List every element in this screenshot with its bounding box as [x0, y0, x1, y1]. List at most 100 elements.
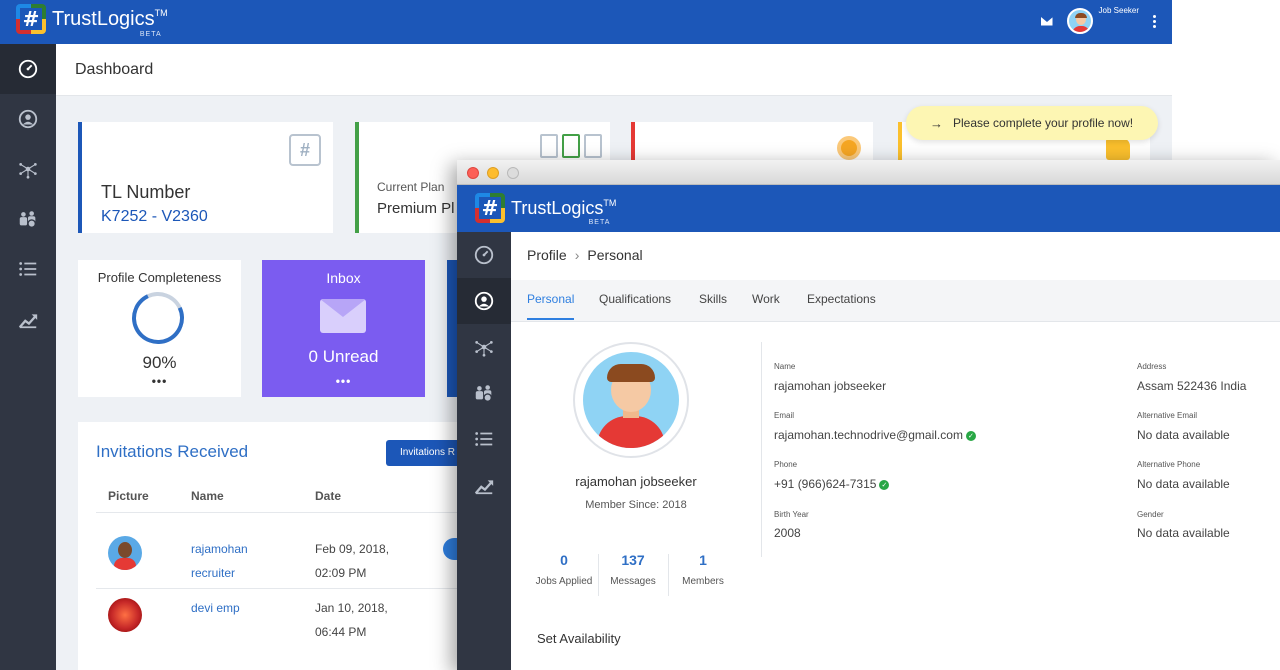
field-label-email: Email — [774, 411, 795, 420]
mail-icon[interactable] — [1040, 16, 1053, 26]
plan-label: Current Plan — [377, 180, 445, 194]
tl-number-value: K7252 - V2360 — [101, 208, 208, 225]
field-value-email: rajamohan.technodrive@gmail.com ✓ — [774, 428, 976, 442]
column-header-picture: Picture — [108, 489, 149, 503]
inbox-unread: 0 Unread — [308, 347, 379, 366]
window-minimize-button[interactable] — [487, 167, 499, 179]
set-availability-heading: Set Availability — [537, 631, 621, 646]
sidebar-item-dashboard[interactable] — [0, 44, 56, 94]
field-label-phone: Phone — [774, 460, 798, 469]
field-label-address: Address — [1137, 362, 1167, 371]
plan-value: Premium Pl — [377, 200, 455, 217]
tab-work[interactable]: Work — [752, 292, 780, 320]
column-header-date: Date — [315, 489, 342, 503]
inbox-label: Inbox — [326, 270, 361, 286]
completeness-value: 90% — [142, 353, 177, 372]
sidebar-item-reports[interactable] — [0, 294, 56, 344]
verified-check-icon: ✓ — [965, 430, 976, 441]
breadcrumb-current: Personal — [587, 247, 643, 263]
complete-profile-banner[interactable]: → Please complete your profile now! — [906, 106, 1158, 140]
sidebar — [457, 232, 511, 670]
trend-chart-icon — [18, 314, 38, 329]
field-value-alt-email: No data available — [1137, 428, 1230, 442]
field-label-alt-phone: Alternative Phone — [1137, 460, 1201, 469]
sidebar-item-profile[interactable] — [457, 278, 511, 324]
sidebar-item-dashboard[interactable] — [457, 232, 511, 278]
profile-avatar[interactable] — [573, 342, 689, 458]
brand-name: TrustLogics — [511, 197, 604, 218]
avatar — [108, 598, 142, 632]
stat-messages[interactable]: 137 Messages — [598, 552, 668, 587]
coin-icon — [837, 136, 861, 160]
field-value-phone: +91 (966)624-7315 ✓ — [774, 477, 890, 491]
tab-skills[interactable]: Skills — [699, 292, 727, 320]
sidebar-item-groups[interactable] — [457, 370, 511, 416]
invitation-name[interactable]: rajamohan recruiter — [191, 537, 248, 585]
sidebar-item-list[interactable] — [457, 416, 511, 462]
user-circle-icon — [474, 291, 494, 311]
user-menu[interactable]: Job Seeker — [1066, 6, 1139, 34]
invitation-date: Jan 10, 2018, 06:44 PM — [315, 601, 388, 639]
field-label-alt-email: Alternative Email — [1137, 411, 1198, 420]
profile-main: Profile › Personal Personal Qualificatio… — [511, 232, 1280, 670]
kebab-menu-icon[interactable] — [1153, 14, 1156, 28]
list-icon — [19, 262, 37, 276]
stat-jobs-applied[interactable]: 0 Jobs Applied — [529, 552, 599, 587]
field-value-gender: No data available — [1137, 526, 1230, 540]
field-label-name: Name — [774, 362, 796, 371]
sidebar-item-groups[interactable] — [0, 194, 56, 244]
brand-logo[interactable]: # TrustLogicsTM BETA — [16, 4, 168, 38]
user-role: Job Seeker — [1098, 6, 1139, 15]
stat-members[interactable]: 1 Members — [668, 552, 738, 587]
invitations-title: Invitations Received — [96, 442, 249, 461]
field-value-name: rajamohan jobseeker — [774, 379, 887, 393]
brand-logo[interactable]: # TrustLogicsTM BETA — [475, 193, 616, 226]
network-icon — [475, 341, 493, 357]
top-bar: # TrustLogicsTM BETA — [457, 185, 1280, 232]
field-label-birth-year: Birth Year — [774, 510, 809, 519]
completeness-label: Profile Completeness — [97, 270, 222, 285]
banner-text: Please complete your profile now! — [953, 116, 1134, 130]
field-label-gender: Gender — [1137, 510, 1164, 519]
profile-name: rajamohan jobseeker — [575, 474, 697, 489]
sidebar — [0, 44, 56, 670]
dashboard-gauge-icon — [18, 59, 38, 79]
invitations-card: Invitations Received Invitations R Pictu… — [78, 422, 466, 670]
completeness-ring — [124, 284, 192, 352]
logo-mark: # — [475, 193, 505, 223]
field-value-birth-year: 2008 — [774, 526, 801, 540]
invitation-name[interactable]: devi emp — [191, 596, 240, 620]
field-value-address: Assam 522436 India — [1137, 379, 1247, 393]
window-close-button[interactable] — [467, 167, 479, 179]
tab-qualifications[interactable]: Qualifications — [599, 292, 671, 320]
sidebar-item-network[interactable] — [457, 324, 511, 370]
logo-mark: # — [16, 4, 46, 34]
tab-expectations[interactable]: Expectations — [807, 292, 876, 320]
group-icon — [19, 211, 37, 228]
dashboard-gauge-icon — [474, 245, 494, 265]
sidebar-item-reports[interactable] — [457, 462, 511, 508]
trend-chart-icon — [474, 480, 494, 495]
inbox-card[interactable]: Inbox 0 Unread ••• — [262, 260, 425, 397]
window-maximize-button[interactable] — [507, 167, 519, 179]
breadcrumb-profile[interactable]: Profile — [527, 247, 567, 263]
profile-completeness-card[interactable]: Profile Completeness 90% ••• — [78, 260, 241, 397]
invitations-button[interactable]: Invitations R — [386, 440, 466, 466]
profile-window: # TrustLogicsTM BETA Profile › Personal … — [457, 160, 1280, 670]
sidebar-item-network[interactable] — [0, 144, 56, 194]
more-dots-icon[interactable]: ••• — [262, 374, 425, 388]
arrow-right-icon: → — [930, 115, 943, 131]
tab-personal[interactable]: Personal — [527, 292, 575, 320]
brand-name: TrustLogics — [52, 7, 155, 30]
page-title: Dashboard — [75, 61, 154, 78]
avatar — [1066, 8, 1093, 34]
user-circle-icon — [18, 109, 38, 129]
more-dots-icon[interactable]: ••• — [78, 374, 241, 388]
verified-check-icon: ✓ — [879, 479, 890, 490]
plan-cards-icon — [540, 134, 602, 158]
column-header-name: Name — [191, 489, 224, 503]
avatar — [108, 536, 142, 570]
sidebar-item-list[interactable] — [0, 244, 56, 294]
network-icon — [19, 163, 37, 179]
sidebar-item-profile[interactable] — [0, 94, 56, 144]
